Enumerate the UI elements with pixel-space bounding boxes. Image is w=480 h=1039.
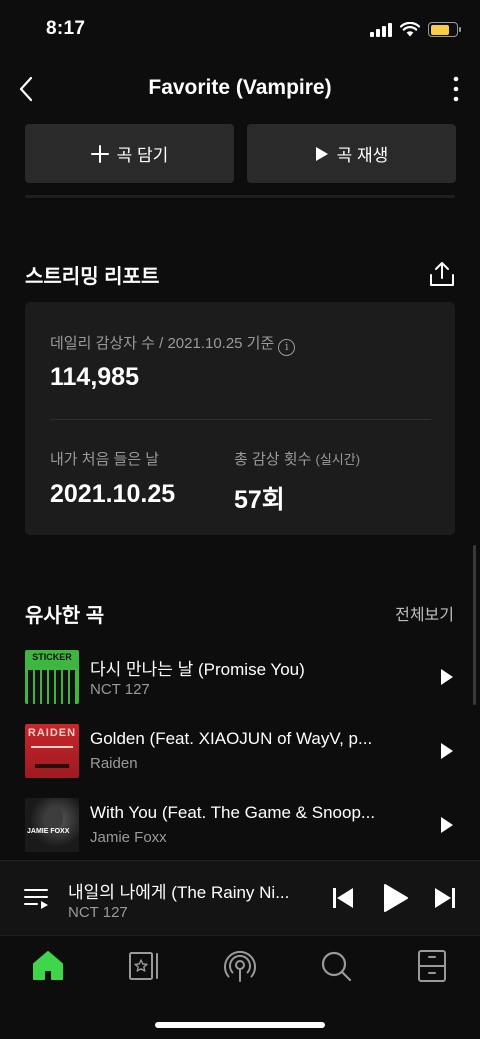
play-song-label: 곡 재생 bbox=[336, 146, 389, 165]
total-plays-label: 총 감상 횟수 (실시간) bbox=[234, 448, 360, 469]
battery-fill bbox=[430, 24, 450, 35]
add-song-button[interactable]: 곡 담기 bbox=[25, 124, 234, 183]
plus-icon bbox=[90, 144, 109, 163]
play-icon[interactable] bbox=[439, 667, 455, 687]
total-plays-label-text: 총 감상 횟수 bbox=[234, 451, 312, 468]
play-icon[interactable] bbox=[439, 741, 455, 761]
storage-icon[interactable] bbox=[414, 948, 450, 984]
wifi-icon bbox=[400, 22, 420, 37]
daily-listeners-label-text: 데일리 감상자 수 / 2021.10.25 기준 bbox=[50, 335, 275, 352]
play-icon bbox=[315, 146, 328, 161]
status-icons bbox=[370, 22, 461, 37]
album-art-text: JAMIE FOXX bbox=[27, 828, 70, 835]
queue-icon[interactable] bbox=[24, 886, 50, 910]
battery-icon bbox=[428, 22, 461, 37]
now-playing-artist: NCT 127 bbox=[68, 904, 128, 921]
see-all-link[interactable]: 전체보기 bbox=[395, 601, 454, 625]
album-art: STICKER bbox=[25, 650, 79, 704]
daily-listeners-value: 114,985 bbox=[50, 363, 139, 391]
list-item[interactable]: STICKER 다시 만나는 날 (Promise You) NCT 127 bbox=[25, 650, 455, 704]
status-bar: 8:17 bbox=[0, 0, 480, 60]
mini-player[interactable]: 내일의 나에게 (The Rainy Ni... NCT 127 bbox=[0, 860, 480, 936]
library-icon[interactable] bbox=[126, 948, 162, 984]
skip-next-icon[interactable] bbox=[434, 887, 456, 909]
streaming-report-card: 데일리 감상자 수 / 2021.10.25 기준 i 114,985 내가 처음… bbox=[25, 302, 455, 535]
album-art-figures bbox=[28, 670, 76, 704]
cellular-signal-icon bbox=[370, 22, 392, 37]
song-title: Golden (Feat. XIAOJUN of WayV, p... bbox=[90, 729, 373, 748]
song-artist: NCT 127 bbox=[90, 681, 150, 698]
first-listen-label: 내가 처음 들은 날 bbox=[50, 451, 160, 468]
album-art-text: STICKER bbox=[32, 652, 72, 662]
nav-bar: Favorite (Vampire) bbox=[0, 62, 480, 116]
song-title: With You (Feat. The Game & Snoop... bbox=[90, 803, 376, 822]
album-art-figure bbox=[45, 806, 63, 830]
album-art-text: RAIDEN bbox=[27, 727, 77, 739]
skip-previous-icon[interactable] bbox=[332, 887, 354, 909]
play-icon[interactable] bbox=[439, 815, 455, 835]
now-playing-title: 내일의 나에게 (The Rainy Ni... bbox=[68, 883, 290, 902]
similar-songs-title: 유사한 곡 bbox=[25, 605, 105, 627]
scrollbar[interactable] bbox=[473, 545, 476, 705]
add-song-label: 곡 담기 bbox=[116, 146, 169, 165]
search-icon[interactable] bbox=[318, 948, 354, 984]
album-art: RAIDEN bbox=[25, 724, 79, 778]
divider bbox=[25, 195, 455, 198]
daily-listeners-label: 데일리 감상자 수 / 2021.10.25 기준 i bbox=[50, 332, 296, 356]
album-art-line bbox=[35, 764, 69, 768]
info-icon[interactable]: i bbox=[278, 339, 296, 356]
podcast-icon[interactable] bbox=[222, 948, 258, 984]
album-art: JAMIE FOXX bbox=[25, 798, 79, 852]
play-song-button[interactable]: 곡 재생 bbox=[247, 124, 456, 183]
total-plays-value: 57회 bbox=[234, 486, 285, 514]
song-artist: Jamie Foxx bbox=[90, 829, 167, 846]
share-icon[interactable] bbox=[428, 260, 456, 288]
song-title: 다시 만나는 날 (Promise You) bbox=[90, 660, 305, 679]
list-item[interactable]: RAIDEN Golden (Feat. XIAOJUN of WayV, p.… bbox=[25, 724, 455, 778]
page-title: Favorite (Vampire) bbox=[148, 76, 332, 99]
first-listen-value: 2021.10.25 bbox=[50, 480, 176, 508]
album-art-line bbox=[31, 746, 73, 748]
home-indicator[interactable] bbox=[155, 1022, 325, 1028]
home-icon[interactable] bbox=[30, 948, 66, 984]
list-item[interactable]: JAMIE FOXX With You (Feat. The Game & Sn… bbox=[25, 798, 455, 852]
song-artist: Raiden bbox=[90, 755, 138, 772]
play-icon[interactable] bbox=[383, 883, 409, 913]
total-plays-sub: (실시간) bbox=[315, 452, 361, 467]
more-vertical-icon[interactable] bbox=[450, 74, 462, 104]
streaming-report-title: 스트리밍 리포트 bbox=[25, 266, 160, 288]
card-divider bbox=[50, 419, 431, 420]
status-time: 8:17 bbox=[46, 18, 86, 39]
